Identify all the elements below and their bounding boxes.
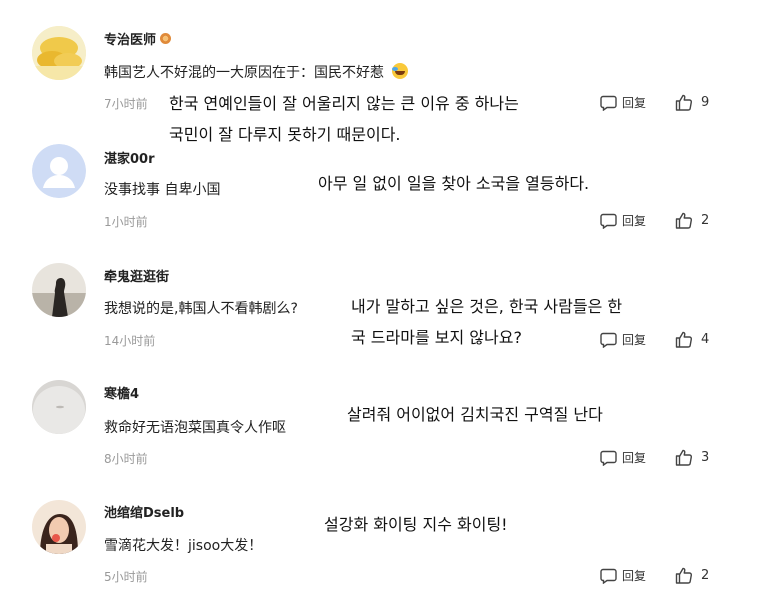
like-button[interactable]: 3 — [675, 449, 709, 466]
like-count: 2 — [701, 568, 710, 583]
like-button[interactable]: 9 — [675, 94, 709, 111]
like-button[interactable]: 2 — [675, 567, 709, 584]
reply-label: 回复 — [622, 214, 647, 228]
timestamp: 8小时前 — [104, 452, 148, 466]
reply-label: 回复 — [622, 96, 647, 110]
comment-item: 牵鬼逛逛街 我想说的是,韩国人不看韩剧么? 14小时前 回复 4 내가 말하고 … — [0, 237, 762, 355]
comment-bubble-icon — [600, 450, 617, 466]
annotation-line: 내가 말하고 싶은 것은, 한국 사람들은 한 — [351, 297, 623, 316]
comment-item: 专治医师 韩国艺人不好混的一大原因在于：国民不好惹 7小时前 回复 9 한국 연… — [0, 0, 762, 144]
timestamp: 1小时前 — [104, 215, 148, 229]
annotation-line: 국 드라마를 보지 않나요? — [351, 328, 522, 347]
translation-annotation: 살려줘 어이없어 김치국진 구역질 난다 — [347, 399, 603, 430]
like-count: 2 — [701, 213, 710, 228]
username-text[interactable]: 寒檐4 — [104, 383, 139, 402]
like-count: 4 — [701, 332, 710, 347]
username-text[interactable]: 牵鬼逛逛街 — [104, 266, 169, 285]
comment-text: 我想说的是,韩国人不看韩剧么? — [104, 301, 298, 317]
reply-button[interactable]: 回复 — [600, 212, 646, 229]
thumbs-up-icon — [675, 94, 692, 111]
username-text[interactable]: 专治医师 — [104, 29, 156, 48]
translation-annotation: 아무 일 없이 일을 찾아 소국을 열등하다. — [318, 168, 589, 199]
username[interactable]: 池绾绾Dselb — [104, 502, 184, 521]
comment-bubble-icon — [600, 568, 617, 584]
comment-text-content: 韩国艺人不好混的一大原因在于：国民不好惹 — [104, 65, 384, 81]
timestamp: 14小时前 — [104, 334, 156, 348]
badge-icon — [160, 33, 172, 44]
comment-item: 寒檐4 救命好无语泡菜国真令人作呕 8小时前 回复 3 살려줘 어이없어 김치국… — [0, 355, 762, 473]
thumbs-up-icon — [675, 331, 692, 348]
timestamp: 5小时前 — [104, 570, 148, 584]
avatar[interactable] — [32, 500, 86, 554]
thumbs-up-icon — [675, 449, 692, 466]
like-button[interactable]: 2 — [675, 212, 709, 229]
reply-label: 回复 — [622, 569, 647, 583]
annotation-line: 설강화 화이팅 지수 화이팅! — [324, 515, 508, 534]
like-count: 3 — [701, 450, 710, 465]
username[interactable]: 专治医师 — [104, 29, 172, 48]
annotation-line: 한국 연예인들이 잘 어울리지 않는 큰 이유 중 하나는 — [169, 94, 519, 113]
translation-annotation: 내가 말하고 싶은 것은, 한국 사람들은 한 국 드라마를 보지 않나요? — [351, 291, 622, 353]
username[interactable]: 牵鬼逛逛街 — [104, 266, 169, 285]
comment-text: 救命好无语泡菜国真令人作呕 — [104, 420, 286, 436]
thumbs-up-icon — [675, 567, 692, 584]
avatar[interactable] — [32, 144, 86, 198]
like-button[interactable]: 4 — [675, 331, 709, 348]
timestamp: 7小时前 — [104, 97, 148, 111]
username[interactable]: 寒檐4 — [104, 383, 139, 402]
reply-button[interactable]: 回复 — [600, 567, 646, 584]
avatar[interactable] — [32, 263, 86, 317]
comment-bubble-icon — [600, 95, 617, 111]
comment-text: 韩国艺人不好混的一大原因在于：国民不好惹 — [104, 62, 409, 82]
comment-text: 雪滴花大发！jisoo大发！ — [104, 538, 263, 554]
comment-item: 湛家00r 没事找事 自卑小国 1小时前 回复 2 아무 일 없이 일을 찾아 … — [0, 118, 762, 236]
thumbs-up-icon — [675, 212, 692, 229]
comment-text: 没事找事 自卑小国 — [104, 182, 221, 198]
username[interactable]: 湛家00r — [104, 148, 155, 167]
comment-bubble-icon — [600, 213, 617, 229]
reply-label: 回复 — [622, 333, 647, 347]
reply-button[interactable]: 回复 — [600, 449, 646, 466]
like-count: 9 — [701, 95, 710, 110]
username-text[interactable]: 池绾绾Dselb — [104, 502, 184, 521]
translation-annotation: 설강화 화이팅 지수 화이팅! — [324, 509, 508, 540]
comment-item: 池绾绾Dselb 雪滴花大发！jisoo大发！ 5小时前 回复 2 설강화 화이… — [0, 473, 762, 591]
laughing-emoji-icon — [392, 63, 409, 79]
annotation-line: 살려줘 어이없어 김치국진 구역질 난다 — [347, 405, 603, 424]
avatar[interactable] — [32, 380, 86, 434]
annotation-line: 아무 일 없이 일을 찾아 소국을 열등하다. — [318, 174, 590, 193]
reply-label: 回复 — [622, 451, 647, 465]
reply-button[interactable]: 回复 — [600, 94, 646, 111]
username-text[interactable]: 湛家00r — [104, 148, 155, 167]
avatar[interactable] — [32, 26, 86, 80]
